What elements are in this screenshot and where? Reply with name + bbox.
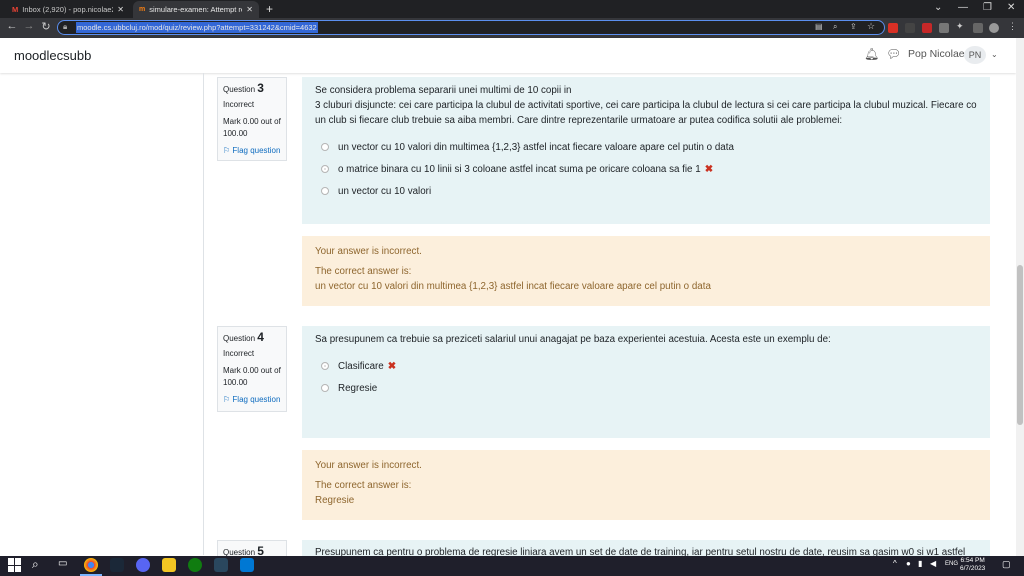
lock-icon[interactable]: 🔒︎: [63, 22, 67, 32]
answer-option[interactable]: o matrice binara cu 10 linii si 3 coloan…: [321, 158, 977, 180]
search-icon[interactable]: ⌕: [32, 557, 39, 572]
question-number: Question 4: [223, 330, 264, 344]
profile-avatar-icon[interactable]: [989, 23, 999, 33]
feedback-3: Your answer is incorrect. The correct an…: [302, 236, 990, 306]
reload-icon[interactable]: ↻: [39, 20, 53, 33]
question-text: Sa presupunem ca trebuie sa preziceti sa…: [315, 334, 831, 345]
correct-answer-label: The correct answer is:: [315, 480, 412, 491]
question-info-3: Question 3 Incorrect Mark 0.00 out of 10…: [217, 77, 287, 161]
radio-button[interactable]: [321, 143, 329, 151]
drawer-divider: [203, 73, 204, 555]
bookmark-star-icon[interactable]: ☆: [867, 21, 875, 32]
question-info-4: Question 4 Incorrect Mark 0.00 out of 10…: [217, 326, 287, 412]
chevron-up-icon[interactable]: ^: [893, 559, 897, 568]
correct-answer-text: un vector cu 10 valori din multimea {1,2…: [315, 281, 711, 292]
side-panel-icon[interactable]: [973, 23, 983, 33]
messages-icon[interactable]: 💬︎: [886, 47, 901, 61]
radio-button-selected[interactable]: [321, 165, 329, 173]
close-window-icon[interactable]: ✕: [1007, 2, 1015, 13]
user-name[interactable]: Pop Nicolae: [908, 48, 965, 60]
question-status: Incorrect: [223, 348, 255, 358]
notification-center-icon[interactable]: ▢: [1002, 559, 1011, 570]
radio-button[interactable]: [321, 187, 329, 195]
moodle-icon: m: [139, 6, 146, 13]
chevron-down-icon[interactable]: ⌄: [991, 50, 998, 59]
extension-icon[interactable]: [939, 23, 949, 33]
question-text: Se considera problema separarii unei mul…: [315, 85, 572, 96]
forward-icon[interactable]: →: [22, 20, 36, 32]
question-text: un club si fiecare club trebuie sa aiba …: [315, 115, 843, 126]
feedback-4: Your answer is incorrect. The correct an…: [302, 450, 990, 520]
site-brand[interactable]: moodlecsubb: [14, 48, 91, 63]
question-content-4: Sa presupunem ca trebuie sa preziceti sa…: [302, 326, 990, 438]
xbox-icon[interactable]: [188, 558, 202, 572]
language-indicator[interactable]: ENG: [945, 561, 958, 567]
tab-search-icon[interactable]: ⌄: [934, 2, 942, 13]
share-icon[interactable]: ⇪: [850, 22, 857, 31]
scrollbar-thumb[interactable]: [1017, 265, 1023, 425]
radio-button-selected[interactable]: [321, 362, 329, 370]
zoom-icon[interactable]: ⌕: [833, 22, 837, 32]
feedback-incorrect: Your answer is incorrect.: [315, 246, 422, 257]
question-text: 3 cluburi disjuncte: cei care participa …: [315, 100, 977, 111]
close-tab-icon[interactable]: ✕: [117, 5, 124, 14]
new-tab-button[interactable]: +: [266, 2, 273, 16]
flag-icon: ⚐: [223, 146, 231, 155]
task-view-icon[interactable]: ▭: [58, 558, 67, 569]
question-mark: Mark 0.00 out of 100.00: [223, 117, 281, 138]
network-icon[interactable]: ▮: [918, 559, 922, 568]
tab-gmail[interactable]: M Inbox (2,920) - pop.nicolae2001@ ✕: [6, 1, 130, 18]
question-content-3: Se considera problema separarii unei mul…: [302, 77, 990, 224]
extension-icon[interactable]: [922, 23, 932, 33]
answer-option[interactable]: un vector cu 10 valori: [321, 180, 977, 202]
extensions-puzzle-icon[interactable]: ✦: [956, 21, 964, 32]
flag-icon: ⚐: [223, 395, 231, 404]
system-clock[interactable]: 6:54 PM 6/7/2023: [960, 557, 985, 573]
tab-title: simulare-examen: Attempt revie: [149, 5, 242, 14]
back-icon[interactable]: ←: [5, 20, 19, 32]
windows-start-icon[interactable]: [8, 558, 22, 572]
flag-question-link[interactable]: ⚐ Flag question: [223, 145, 281, 157]
radio-button[interactable]: [321, 384, 329, 392]
incorrect-x-icon: ✖: [704, 163, 714, 175]
notifications-bell-icon[interactable]: 🔔︎: [864, 47, 879, 61]
discord-icon[interactable]: [136, 558, 150, 572]
chrome-taskbar-icon[interactable]: [84, 558, 98, 572]
steam-icon[interactable]: [214, 558, 228, 572]
extension-icon[interactable]: [905, 23, 915, 33]
correct-answer-text: Regresie: [315, 495, 355, 506]
answer-option[interactable]: un vector cu 10 valori din multimea {1,2…: [321, 136, 977, 158]
file-explorer-icon[interactable]: [162, 558, 176, 572]
question-status: Incorrect: [223, 99, 255, 109]
tab-title: Inbox (2,920) - pop.nicolae2001@: [22, 5, 113, 14]
correct-answer-label: The correct answer is:: [315, 266, 412, 277]
gmail-icon: M: [12, 5, 19, 14]
url-text[interactable]: moodle.cs.ubbcluj.ro/mod/quiz/review.php…: [76, 22, 318, 33]
tab-moodle[interactable]: m simulare-examen: Attempt revie ✕: [133, 1, 259, 18]
answer-option[interactable]: Regresie: [321, 377, 977, 399]
answer-option[interactable]: Clasificare ✖: [321, 355, 977, 377]
extension-icon[interactable]: [888, 23, 898, 33]
menu-dots-icon[interactable]: ⋮: [1008, 21, 1017, 32]
windows-taskbar: [0, 556, 1024, 576]
minimize-icon[interactable]: —: [958, 2, 968, 13]
feedback-incorrect: Your answer is incorrect.: [315, 460, 422, 471]
question-mark: Mark 0.00 out of 100.00: [223, 366, 281, 387]
flag-question-link[interactable]: ⚐ Flag question: [223, 394, 281, 406]
microphone-icon[interactable]: ●: [906, 559, 911, 568]
steam-icon[interactable]: [110, 558, 124, 572]
defender-icon[interactable]: [240, 558, 254, 572]
close-tab-icon[interactable]: ✕: [246, 5, 253, 14]
translate-icon[interactable]: ▤: [815, 22, 823, 31]
restore-icon[interactable]: ❐: [983, 2, 992, 13]
question-number: Question 3: [223, 81, 264, 95]
speaker-icon[interactable]: ◀: [930, 559, 936, 568]
avatar[interactable]: PN: [964, 46, 986, 64]
incorrect-x-icon: ✖: [387, 360, 397, 372]
